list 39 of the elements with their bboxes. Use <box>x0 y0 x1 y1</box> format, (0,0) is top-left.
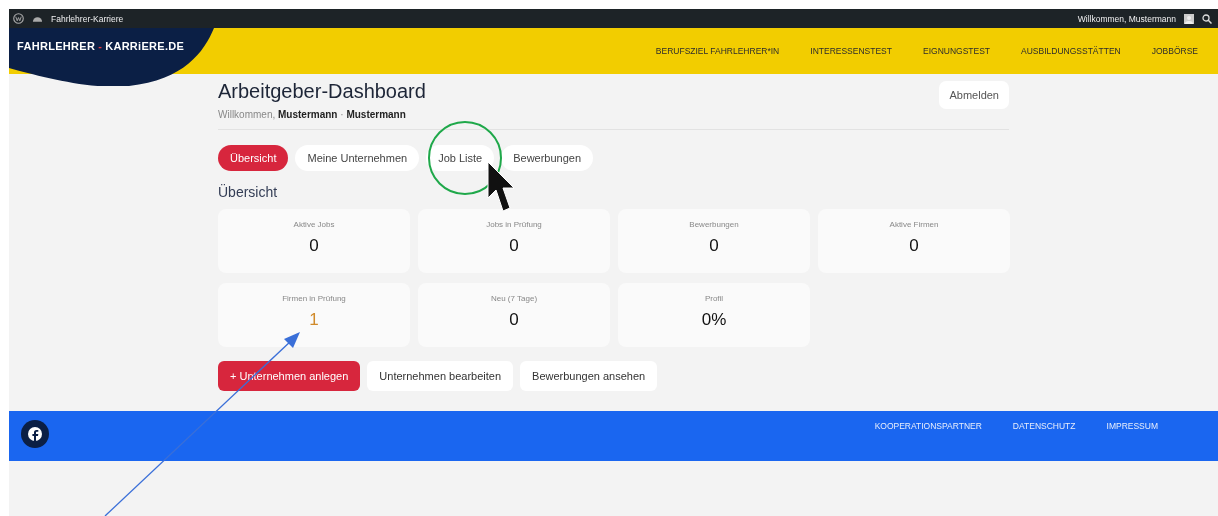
tab[interactable]: Bewerbungen <box>501 145 594 171</box>
tab[interactable]: Meine Unternehmen <box>295 145 420 171</box>
nav-link[interactable]: EIGNUNGSTEST <box>923 46 991 56</box>
avatar-icon[interactable] <box>1184 13 1194 24</box>
nav-link[interactable]: AUSBILDUNGSSTÄTTEN <box>1021 46 1121 56</box>
stat-label: Firmen in Prüfung <box>282 294 346 303</box>
stat-label: Aktive Jobs <box>293 220 335 229</box>
stat-label: Bewerbungen <box>689 220 739 229</box>
page-title: Arbeitgeber-Dashboard <box>218 80 426 103</box>
greeting-link[interactable]: Willkommen, Mustermann <box>1077 13 1176 24</box>
site-title-link[interactable]: Fahrlehrer-Karriere <box>51 13 124 24</box>
facebook-icon[interactable] <box>21 420 49 448</box>
stat-value: 1 <box>309 310 319 330</box>
footer-link[interactable]: KOOPERATIONSPARTNER <box>874 421 982 431</box>
stat-value: 0 <box>709 236 719 256</box>
footer-link[interactable]: IMPRESSUM <box>1106 421 1158 431</box>
footer-link[interactable]: DATENSCHUTZ <box>1012 421 1076 431</box>
nav-link[interactable]: JOBBÖRSE <box>1151 46 1198 56</box>
stat-label: Jobs in Prüfung <box>486 220 542 229</box>
nav-link[interactable]: INTERESSENSTEST <box>810 46 892 56</box>
stat-value: 0% <box>701 310 727 330</box>
stat-value: 0 <box>509 236 519 256</box>
tab[interactable]: Übersicht <box>218 145 289 171</box>
wordpress-icon[interactable] <box>13 13 24 24</box>
stat-label: Profil <box>704 294 724 303</box>
nav-link[interactable]: BERUFSZIEL FAHRLEHRER*IN <box>655 46 780 56</box>
action-button[interactable]: Unternehmen bearbeiten <box>367 361 514 391</box>
stat-value: 0 <box>909 236 919 256</box>
tab[interactable]: Job Liste <box>426 145 495 171</box>
logout-button[interactable]: Abmelden <box>939 81 1009 109</box>
search-icon[interactable] <box>1202 13 1212 24</box>
section-title: Übersicht <box>218 184 279 200</box>
stat-label: Aktive Firmen <box>889 220 939 229</box>
site-logo[interactable]: FAHRLEHRER - KARRiERE.DE <box>17 40 185 52</box>
stat-value: 0 <box>509 310 519 330</box>
stat-label: Neu (7 Tage) <box>490 294 538 303</box>
stat-value: 0 <box>309 236 319 256</box>
welcome-text: Willkommen, Mustermann · Mustermann <box>218 109 407 120</box>
action-button[interactable]: Bewerbungen ansehen <box>520 361 658 391</box>
